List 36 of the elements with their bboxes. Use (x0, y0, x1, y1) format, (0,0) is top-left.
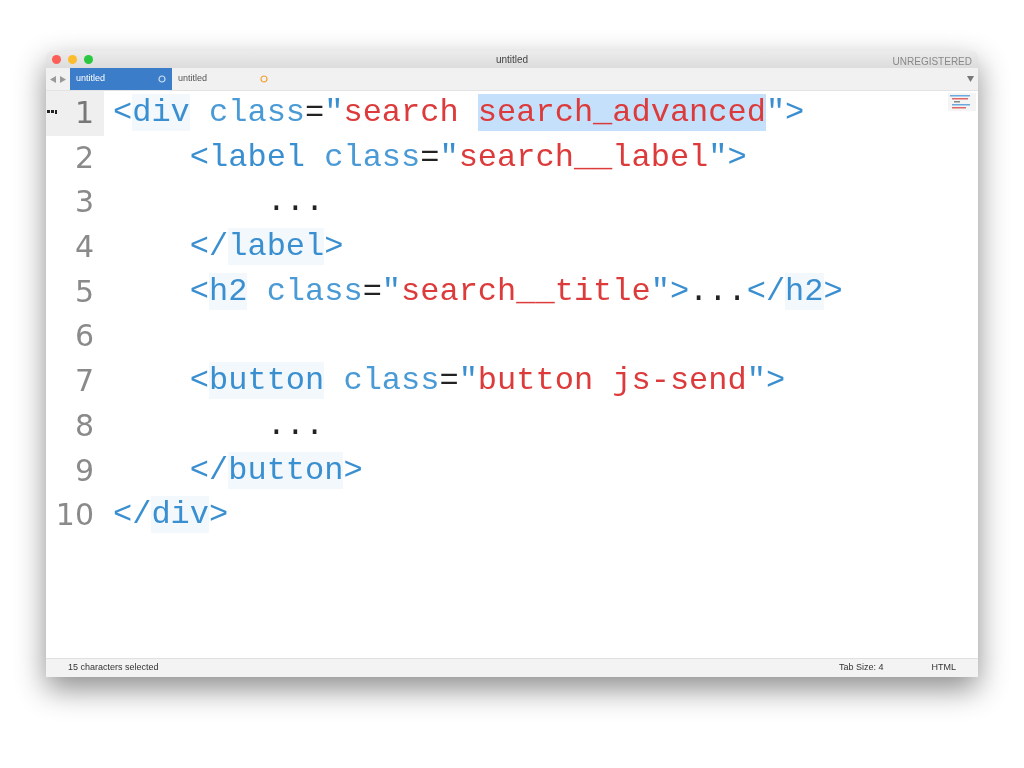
window-title: untitled (495, 53, 529, 67)
close-button[interactable] (52, 55, 61, 64)
minimize-button[interactable] (68, 55, 77, 64)
close-tab-icon[interactable] (158, 75, 166, 83)
tab-menu-icon[interactable] (967, 76, 974, 82)
line-number: 8 (73, 406, 95, 445)
line-number: 4 (73, 228, 95, 267)
line-number: 3 (73, 183, 95, 222)
line-number: 10 (54, 496, 95, 535)
file-tab[interactable]: untitled (172, 68, 274, 90)
line-number: 1 (46, 91, 104, 136)
tab-size-status[interactable]: Tab Size: 4 (838, 661, 884, 675)
modified-dot-icon[interactable] (260, 75, 268, 83)
back-arrow-icon[interactable] (50, 75, 56, 83)
code-line: </label> (188, 227, 344, 268)
syntax-status[interactable]: HTML (931, 661, 956, 675)
line-number: 9 (73, 451, 95, 490)
minimap-drawing[interactable] (948, 93, 976, 111)
license-label: UNREGISTERED (892, 55, 972, 69)
line-number: 7 (73, 362, 95, 401)
code-line: <button class="button js-send"> (188, 361, 786, 402)
code-line: </div> (112, 495, 229, 536)
line-number: 5 (73, 272, 95, 311)
code-line: ... (265, 182, 325, 223)
code-line: <div class="search search_advanced"> (112, 93, 805, 133)
code-line: ... (265, 405, 325, 446)
line-number: 2 (73, 138, 95, 177)
code-line: <label class="search__label"> (188, 137, 747, 178)
code-line: <h2 class="search__title">...</h2> (188, 271, 843, 312)
line-number: 6 (73, 317, 95, 356)
bookmark-icon (46, 109, 58, 115)
file-tab[interactable]: untitled (70, 68, 172, 90)
code-line: </button> (188, 450, 363, 491)
zoom-button[interactable] (84, 55, 93, 64)
forward-arrow-icon[interactable] (60, 75, 66, 83)
selection-status: 15 characters selected (68, 661, 159, 675)
